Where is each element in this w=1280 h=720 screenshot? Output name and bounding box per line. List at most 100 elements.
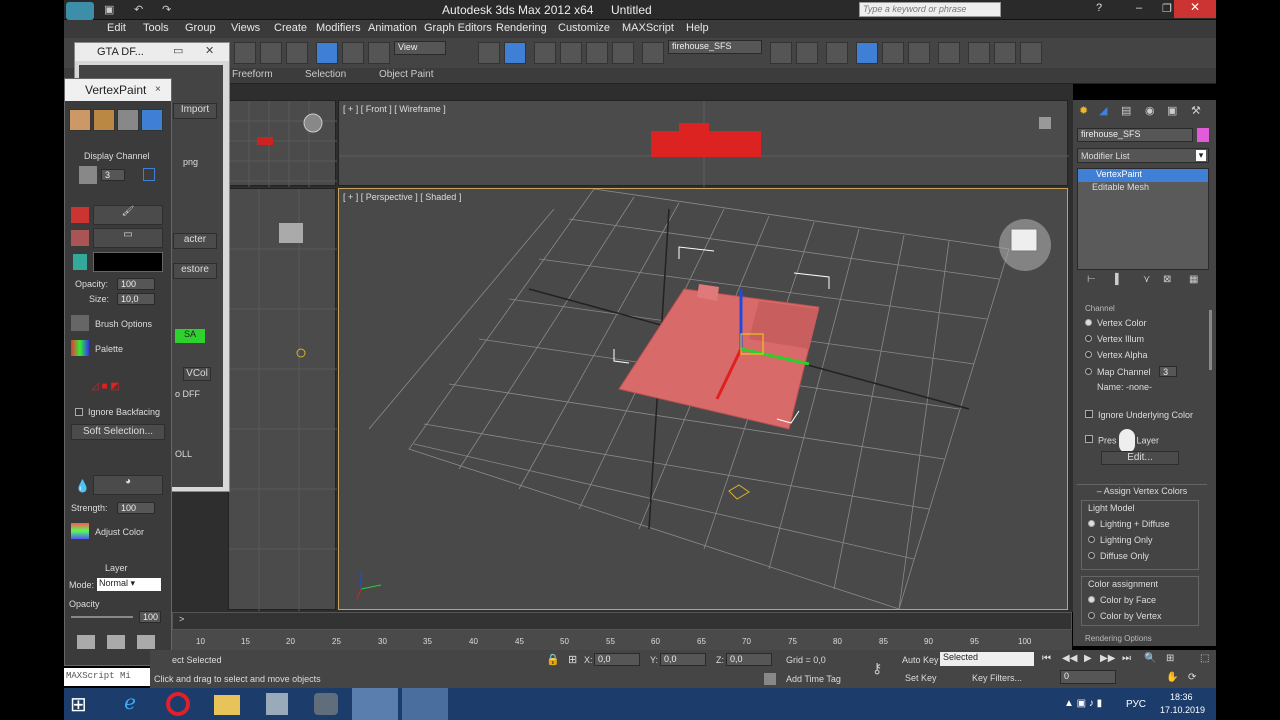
gta-close-icon[interactable]: ✕: [205, 44, 214, 57]
previous-frame-icon[interactable]: ◀◀: [1062, 653, 1077, 664]
rendered-frame-icon[interactable]: [994, 42, 1016, 64]
menu-edit[interactable]: Edit: [107, 22, 126, 34]
preserve-layer-option[interactable]: Pres Layer: [1085, 429, 1159, 453]
adjust-color-label[interactable]: Adjust Color: [95, 527, 144, 537]
utilities-tab-icon[interactable]: ⚒: [1191, 104, 1201, 117]
spinner-snap-icon[interactable]: [612, 42, 634, 64]
paint-mesh-icon[interactable]: [69, 109, 91, 131]
brush-options-icon[interactable]: [71, 315, 89, 331]
vertex-color-layer-icon[interactable]: [137, 635, 155, 649]
display-channel-input[interactable]: 3: [101, 169, 125, 181]
ie-icon[interactable]: ℯ: [110, 690, 150, 718]
edit-button[interactable]: Edit...: [1101, 451, 1179, 465]
map-channel-option[interactable]: Map Channel 3: [1085, 366, 1203, 382]
modifier-list-select[interactable]: Modifier List ▾: [1077, 148, 1209, 163]
restore-icon[interactable]: ❐: [1162, 2, 1172, 15]
redo-icon[interactable]: ↷: [162, 3, 171, 16]
palette-label[interactable]: Palette: [95, 344, 123, 354]
hierarchy-tab-icon[interactable]: ▤: [1121, 104, 1131, 117]
vertex-color-option[interactable]: Vertex Color: [1085, 318, 1203, 334]
paint-all-button[interactable]: 🖌: [93, 205, 163, 225]
schematic-view-icon[interactable]: [908, 42, 930, 64]
ribbon-toggle-icon[interactable]: [856, 42, 878, 64]
pan-icon[interactable]: ✋: [1166, 672, 1178, 683]
color-picker-icon[interactable]: [73, 254, 87, 270]
vertex-alpha-option[interactable]: Vertex Alpha: [1085, 350, 1203, 366]
ignore-backfacing-checkbox[interactable]: [75, 408, 83, 416]
object-name-input[interactable]: firehouse_SFS: [1077, 128, 1193, 142]
menu-create[interactable]: Create: [274, 22, 307, 34]
menu-tools[interactable]: Tools: [143, 22, 169, 34]
align-icon[interactable]: [796, 42, 818, 64]
x-coordinate-input[interactable]: 0,0: [594, 653, 640, 666]
3dsmax-active-taskbar-icon[interactable]: [352, 688, 398, 720]
gta-character-button[interactable]: acter: [173, 233, 217, 249]
mirror-icon[interactable]: [770, 42, 792, 64]
paint-cube-icon[interactable]: [117, 109, 139, 131]
time-tag-icon[interactable]: [764, 673, 776, 685]
viewport-perspective[interactable]: [ + ] [ Perspective ] [ Shaded ]: [338, 188, 1068, 610]
undo-icon[interactable]: ↶: [134, 3, 143, 16]
ignore-underlying-option[interactable]: Ignore Underlying Color: [1085, 410, 1193, 420]
layer-opacity-input[interactable]: 100: [139, 611, 161, 623]
lighting-only-option[interactable]: Lighting Only: [1088, 535, 1192, 551]
menu-customize[interactable]: Customize: [558, 22, 610, 34]
display-toggle-icon[interactable]: [143, 168, 155, 181]
lighting-diffuse-option[interactable]: Lighting + Diffuse: [1088, 519, 1192, 535]
menu-help[interactable]: Help: [686, 22, 709, 34]
pivot-icon[interactable]: [478, 42, 500, 64]
curve-editor-icon[interactable]: [882, 42, 904, 64]
angle-snap-icon[interactable]: [560, 42, 582, 64]
snap-icon[interactable]: [534, 42, 556, 64]
paint-faces-icon[interactable]: [93, 109, 115, 131]
minimize-icon[interactable]: –: [1136, 2, 1142, 14]
start-button-icon[interactable]: ⊞: [70, 692, 87, 717]
reference-coord-select[interactable]: View: [394, 41, 446, 55]
move-icon[interactable]: [316, 42, 338, 64]
render-setup-icon[interactable]: [968, 42, 990, 64]
select-icon[interactable]: [234, 42, 256, 64]
language-indicator[interactable]: РУС: [1126, 699, 1146, 710]
erase-button[interactable]: ▭: [93, 228, 163, 248]
opacity-input[interactable]: 100: [117, 278, 155, 290]
ribbon-tab-freeform[interactable]: Freeform: [232, 69, 273, 80]
ribbon-tab-selection[interactable]: Selection: [305, 69, 346, 80]
key-icon[interactable]: ⚷: [872, 660, 882, 677]
collapse-layer-icon[interactable]: [107, 635, 125, 649]
play-icon[interactable]: ▶: [1084, 653, 1092, 664]
fill-tools-icon[interactable]: ◿ ■ ◩: [91, 381, 141, 392]
app-logo-icon[interactable]: [66, 2, 94, 20]
palette-icon[interactable]: [71, 340, 89, 356]
create-tab-icon[interactable]: ✹: [1079, 104, 1088, 117]
named-selection-set[interactable]: firehouse_SFS: [668, 40, 762, 54]
gta-tool-taskbar-icon[interactable]: [402, 688, 448, 720]
menu-animation[interactable]: Animation: [368, 22, 417, 34]
help-icon[interactable]: ?: [1096, 2, 1102, 14]
viewport-front[interactable]: [ + ] [ Front ] [ Wireframe ]: [338, 100, 1069, 187]
percent-snap-icon[interactable]: [586, 42, 608, 64]
display-cube-icon[interactable]: [79, 166, 97, 184]
modify-tab-icon[interactable]: ◢: [1099, 104, 1107, 117]
viewport-left[interactable]: [228, 188, 337, 611]
select-window-icon[interactable]: [286, 42, 308, 64]
add-time-tag[interactable]: Add Time Tag: [786, 674, 841, 684]
map-channel-input[interactable]: 3: [1159, 366, 1178, 377]
rotate-icon[interactable]: [342, 42, 364, 64]
viewcube-top-icon[interactable]: [303, 113, 323, 133]
current-frame-input[interactable]: 0: [1060, 670, 1116, 684]
stack-item-vertexpaint[interactable]: VertexPaint: [1078, 169, 1208, 182]
menu-views[interactable]: Views: [231, 22, 260, 34]
save-icon[interactable]: ▣: [104, 3, 114, 16]
time-slider-arrow-icon[interactable]: >: [179, 614, 184, 624]
color-by-face-option[interactable]: Color by Face: [1088, 595, 1192, 611]
zoom-icon[interactable]: 🔍: [1144, 653, 1156, 664]
absolute-mode-icon[interactable]: ⊞: [568, 653, 577, 666]
layer-opacity-slider[interactable]: [71, 616, 133, 618]
blur-drop-icon[interactable]: 💧: [75, 479, 90, 493]
configure-sets-icon[interactable]: ▦: [1189, 274, 1198, 285]
auto-key-button[interactable]: Auto Key: [902, 655, 939, 665]
scale-icon[interactable]: [368, 42, 390, 64]
gta-minimize-icon[interactable]: ▭: [173, 44, 183, 57]
clock-time[interactable]: 18:36: [1170, 692, 1193, 702]
menu-modifiers[interactable]: Modifiers: [316, 22, 361, 34]
